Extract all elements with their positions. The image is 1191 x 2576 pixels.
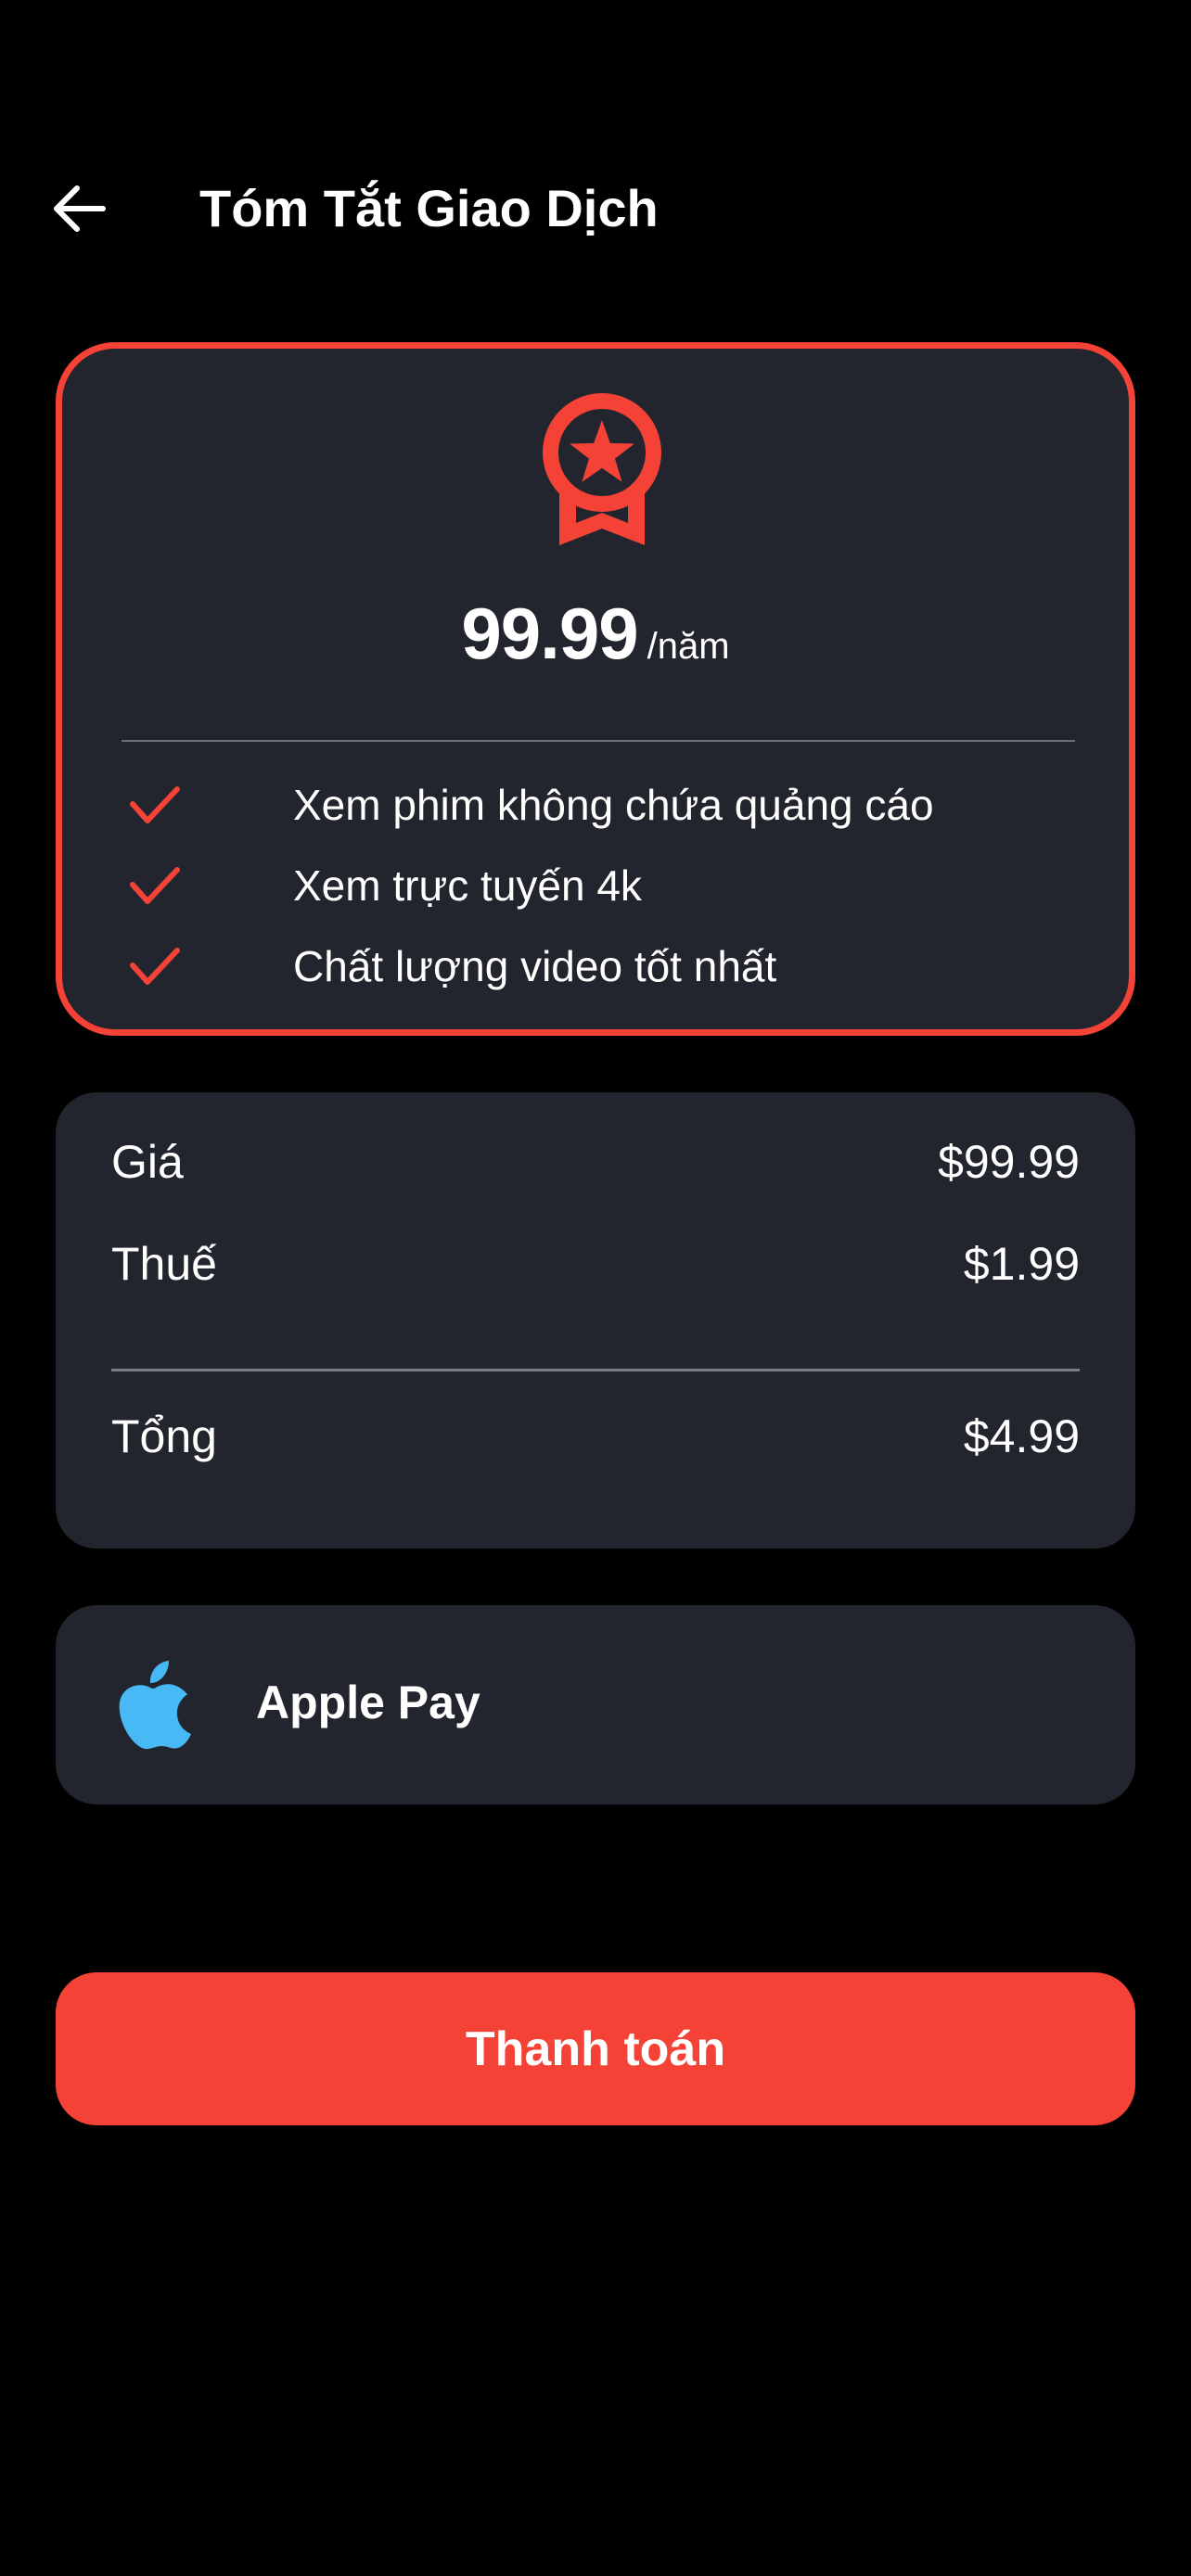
total-label: Tổng [111, 1410, 217, 1462]
tax-label: Thuế [111, 1238, 217, 1290]
apple-icon [119, 1661, 191, 1750]
plan-period: /năm [647, 626, 730, 667]
check-icon [130, 785, 180, 823]
payment-method-card[interactable]: Apple Pay [56, 1605, 1135, 1804]
feature-text: Chất lượng video tốt nhất [293, 941, 777, 990]
pay-button[interactable]: Thanh toán [56, 1972, 1135, 2125]
plan-price-row: 99.99/năm [62, 592, 1129, 676]
summary-card: Giá $99.99 Thuế $1.99 Tổng $4.99 [56, 1092, 1135, 1549]
summary-divider [111, 1369, 1080, 1371]
feature-text: Xem trực tuyến 4k [293, 861, 642, 910]
summary-row-total: Tổng $4.99 [111, 1404, 1080, 1469]
feature-item: Xem trực tuyến 4k [129, 845, 1057, 925]
total-value: $4.99 [963, 1410, 1080, 1462]
feature-list: Xem phim không chứa quảng cáo Xem trực t… [129, 764, 1057, 1006]
summary-row-price: Giá $99.99 [111, 1129, 1080, 1194]
medal-star-icon [543, 393, 661, 545]
price-label: Giá [111, 1136, 184, 1188]
plan-price: 99.99 [461, 593, 638, 674]
plan-card: 99.99/năm Xem phim không chứa quảng cáo … [56, 342, 1135, 1036]
price-value: $99.99 [938, 1136, 1080, 1188]
summary-row-tax: Thuế $1.99 [111, 1231, 1080, 1296]
check-icon [130, 947, 180, 985]
header: Tóm Tắt Giao Dịch [0, 167, 1191, 250]
back-button[interactable] [46, 176, 111, 241]
check-icon [130, 866, 180, 904]
feature-text: Xem phim không chứa quảng cáo [293, 780, 934, 829]
page-title: Tóm Tắt Giao Dịch [199, 179, 659, 237]
feature-item: Chất lượng video tốt nhất [129, 925, 1057, 1006]
arrow-left-icon [54, 185, 106, 232]
tax-value: $1.99 [963, 1238, 1080, 1290]
payment-method-label: Apple Pay [256, 1677, 480, 1728]
plan-divider [122, 740, 1075, 742]
feature-item: Xem phim không chứa quảng cáo [129, 764, 1057, 845]
